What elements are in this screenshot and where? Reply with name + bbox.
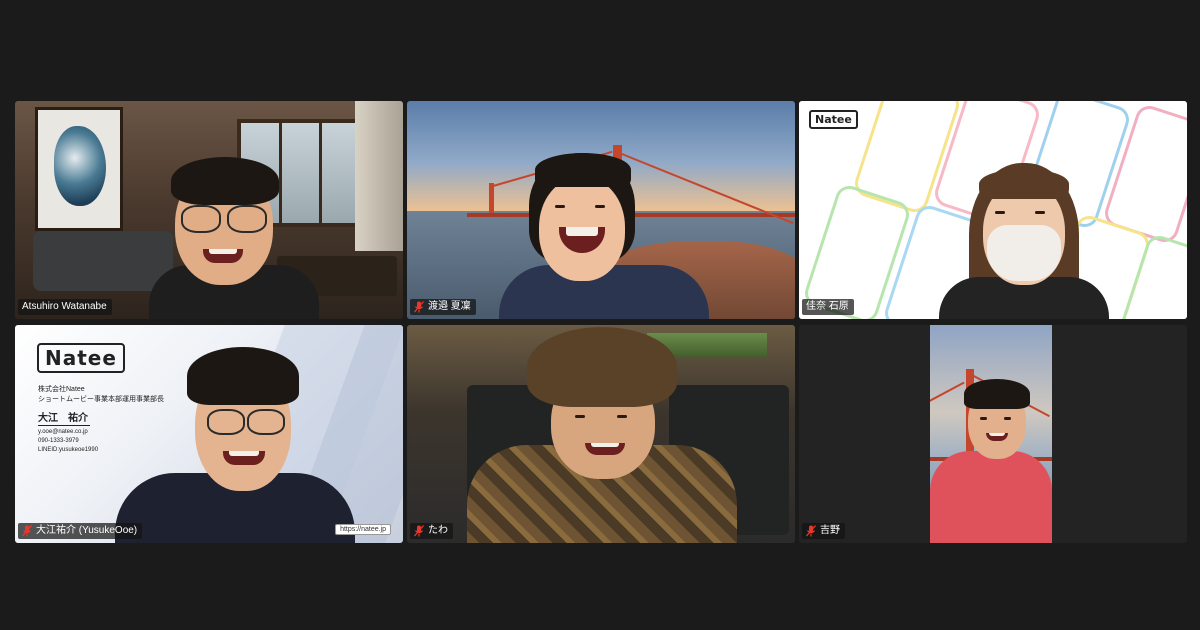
card-logo: Natee <box>37 343 125 373</box>
participant-tile-2[interactable]: 渡邉 夏凜 <box>407 101 795 319</box>
participant-name: Atsuhiro Watanabe <box>22 301 107 312</box>
participant-tile-3-active-speaker[interactable]: Natee 佳奈 石原 <box>799 101 1187 319</box>
sofa <box>33 231 173 291</box>
card-url: https://natee.jp <box>335 524 391 535</box>
participant-name: 大江祐介 (YusukeOoe) <box>36 525 138 536</box>
participant-video <box>939 163 1109 319</box>
face-mask <box>987 225 1061 281</box>
participant-tile-6[interactable]: 吉野 <box>799 325 1187 543</box>
mic-muted-icon <box>806 525 816 537</box>
card-email: y.ooe@natee.co.jp <box>38 429 88 435</box>
participant-tile-5[interactable]: たわ <box>407 325 795 543</box>
meeting-gallery-view: Atsuhiro Watanabe 渡邉 夏凜 Natee 佳奈 石原 Nate… <box>0 0 1200 630</box>
wall-painting <box>35 107 123 231</box>
participant-name: 佳奈 石原 <box>806 301 849 312</box>
natee-logo: Natee <box>809 110 858 129</box>
card-phone: 090-1333-3979 <box>38 438 79 444</box>
card-line-id: LINEID:yusukeoe1990 <box>38 447 99 453</box>
participant-video <box>149 157 319 319</box>
mic-muted-icon <box>22 525 32 537</box>
participant-name: たわ <box>428 525 448 536</box>
participant-name-tag: 吉野 <box>802 523 845 539</box>
participant-name: 渡邉 夏凜 <box>428 301 471 312</box>
participant-name-tag: 佳奈 石原 <box>802 299 854 315</box>
participant-grid: Atsuhiro Watanabe 渡邉 夏凜 Natee 佳奈 石原 Nate… <box>15 101 1187 543</box>
curtain <box>355 101 403 251</box>
mic-muted-icon <box>414 525 424 537</box>
card-company: 株式会社Natee <box>38 386 85 393</box>
participant-tile-4[interactable]: Natee 株式会社Natee ショートムービー事業本部運用事業部長 大江 祐介… <box>15 325 403 543</box>
participant-video <box>499 153 709 319</box>
bridge-tower-far <box>489 183 494 217</box>
participant-video <box>467 327 737 543</box>
participant-name-tag: Atsuhiro Watanabe <box>18 299 112 315</box>
participant-video <box>115 333 355 543</box>
participant-video <box>930 379 1052 543</box>
participant-name-tag: 大江祐介 (YusukeOoe) <box>18 523 143 539</box>
participant-tile-1[interactable]: Atsuhiro Watanabe <box>15 101 403 319</box>
portrait-video <box>930 325 1052 543</box>
card-divider <box>38 425 90 426</box>
participant-name-tag: 渡邉 夏凜 <box>410 299 476 315</box>
mic-muted-icon <box>414 301 424 313</box>
participant-name: 吉野 <box>820 525 840 536</box>
card-person-name: 大江 祐介 <box>38 413 88 424</box>
participant-name-tag: たわ <box>410 523 453 539</box>
